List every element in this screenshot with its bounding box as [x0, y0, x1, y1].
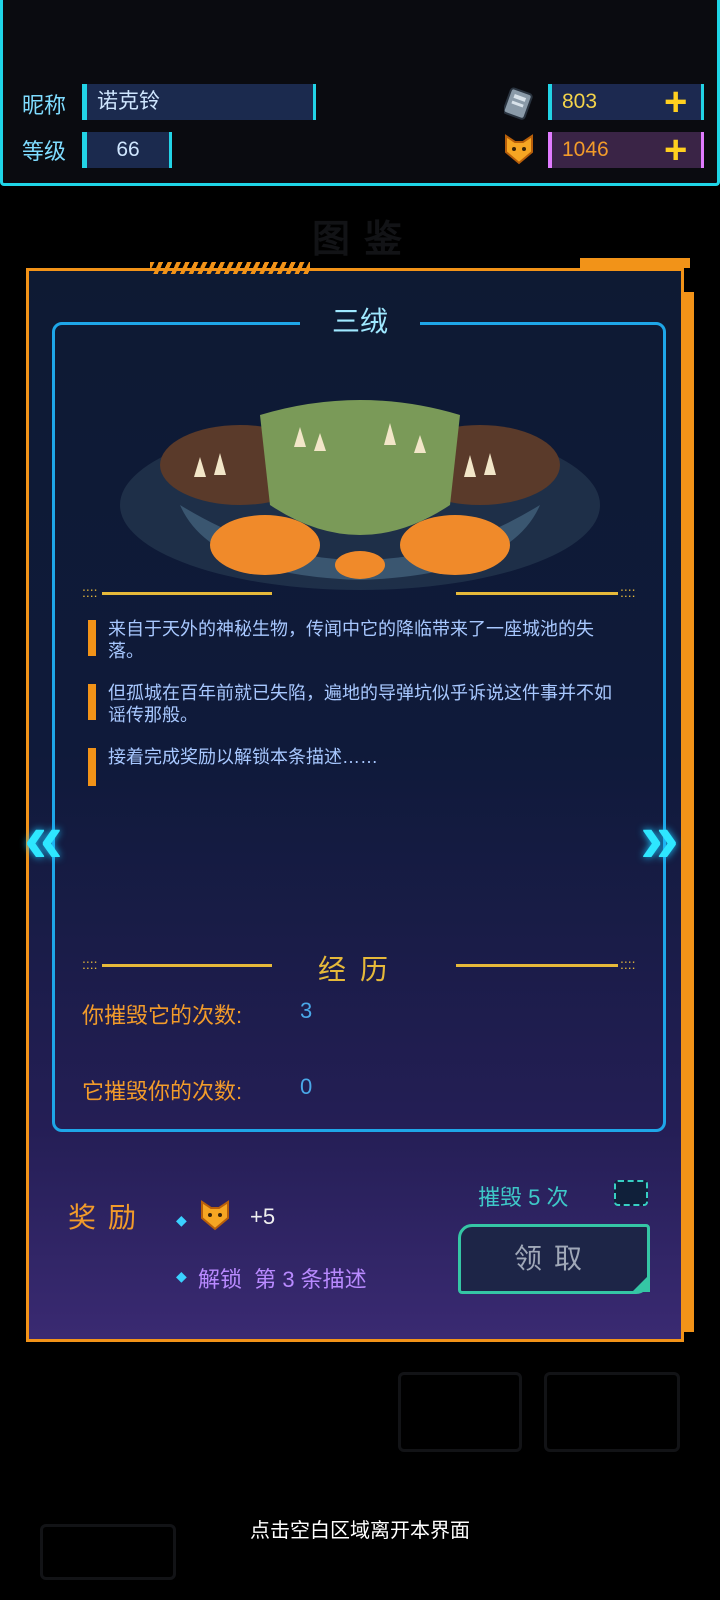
description-text: 来自于天外的神秘生物，传闻中它的降临带来了一座城池的失落。 — [108, 619, 594, 661]
description-text: 但孤城在百年前就已失陷，遍地的导弹坑似乎诉说这件事并不如谣传那般。 — [108, 683, 612, 725]
cat-coin-icon — [198, 1198, 232, 1232]
claim-button[interactable]: 领取 — [458, 1224, 650, 1294]
nickname-label: 昵称 — [22, 93, 67, 118]
separator-dots-left: :::: — [82, 584, 98, 600]
reward-unlock-text: 解锁 第 3 条描述 — [198, 1267, 367, 1292]
add-ticket-button[interactable]: + — [664, 82, 687, 122]
background-tab-ghost-2 — [544, 1372, 680, 1452]
reward-label: 奖励 — [68, 1202, 149, 1233]
destroyed-you-label: 它摧毁你的次数: — [82, 1079, 243, 1104]
nickname-field[interactable]: 诺克铃 — [82, 84, 316, 120]
dismiss-hint[interactable]: 点击空白区域离开本界面 — [0, 1514, 720, 1543]
card-stripe-decoration — [150, 262, 310, 274]
claim-corner-decoration — [632, 1274, 650, 1292]
separator-line-left — [102, 592, 272, 595]
level-label: 等级 — [22, 139, 67, 164]
destroyed-it-label: 你摧毁它的次数: — [82, 1003, 243, 1028]
ticket-count-value: 803 — [562, 90, 598, 113]
description-text: 接着完成奖励以解锁本条描述…… — [108, 747, 378, 767]
description-entry: 来自于天外的神秘生物，传闻中它的降临带来了一座城池的失落。 — [88, 618, 628, 662]
bullet-icon: ◆ — [176, 1212, 187, 1228]
destroyed-you-count: 0 — [300, 1074, 313, 1099]
history-line-right — [456, 964, 618, 967]
card-corner-decoration — [580, 258, 690, 268]
history-dots-left: :::: — [82, 956, 98, 972]
background-tab-ghost — [398, 1372, 522, 1452]
add-cat-coin-button[interactable]: + — [664, 130, 687, 170]
card-side-decoration — [684, 292, 694, 1332]
destroyed-it-count: 3 — [300, 998, 313, 1023]
background-title-ghost: 图鉴 — [312, 219, 417, 261]
reward-amount: +5 — [250, 1204, 276, 1229]
level-value: 66 — [82, 132, 172, 168]
monster-name: 三绒 — [300, 300, 420, 340]
history-title: 经历 — [317, 954, 402, 985]
ticket-icon — [502, 86, 534, 120]
previous-monster-arrow[interactable]: « — [24, 798, 63, 878]
history-dots-right: :::: — [620, 956, 636, 972]
description-entry: 接着完成奖励以解锁本条描述…… — [88, 746, 628, 786]
description-entry: 但孤城在百年前就已失陷，遍地的导弹坑似乎诉说这件事并不如谣传那般。 — [88, 682, 628, 726]
separator-line-right — [456, 592, 618, 595]
destroy-requirement: 摧毁 5 次 — [478, 1185, 569, 1210]
requirement-checkbox — [614, 1180, 648, 1206]
monster-portrait — [90, 395, 630, 595]
bullet-icon: ◆ — [176, 1268, 187, 1284]
separator-dots-right: :::: — [620, 584, 636, 600]
history-line-left — [102, 964, 272, 967]
cat-coin-count-value: 1046 — [562, 138, 609, 161]
next-monster-arrow[interactable]: » — [640, 798, 679, 878]
cat-coin-icon — [502, 132, 536, 166]
